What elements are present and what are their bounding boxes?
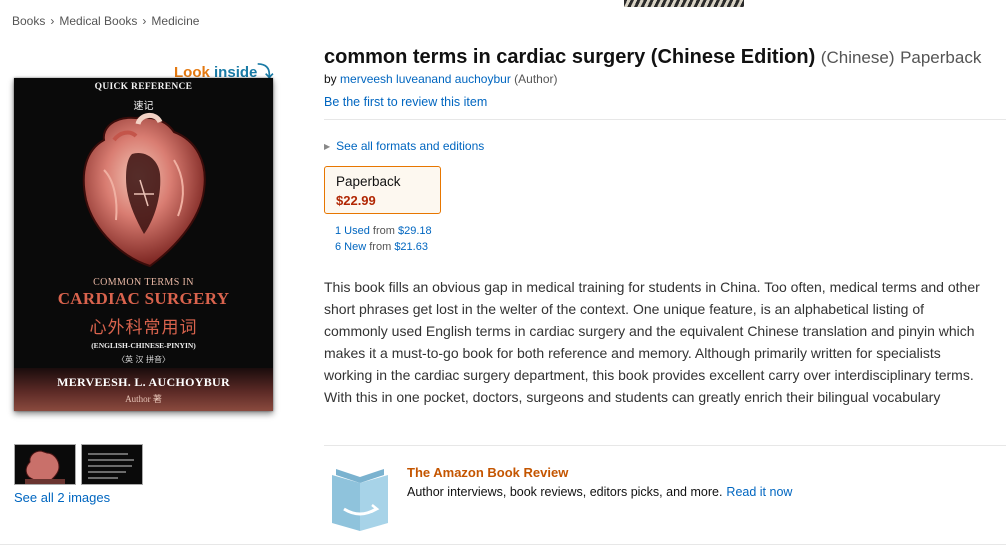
breadcrumb-medicine[interactable]: Medicine (151, 14, 199, 28)
divider (324, 119, 1006, 120)
breadcrumb-separator: › (50, 14, 55, 28)
cover-subtitle: (ENGLISH-CHINESE-PINYIN) (91, 341, 196, 350)
thumbnail-back-cover[interactable] (81, 444, 143, 485)
write-review-link[interactable]: Be the first to review this item (324, 95, 487, 109)
offers-list: 1 Used from $29.18 6 New from $21.63 (335, 223, 432, 255)
offer-used: 1 Used from $29.18 (335, 223, 432, 239)
offer-used-link[interactable]: 1 Used (335, 225, 370, 237)
see-all-formats-label: See all formats and editions (336, 139, 485, 153)
offer-used-price[interactable]: $29.18 (398, 225, 432, 237)
author-link[interactable]: merveesh luveanand auchoybur (340, 72, 511, 86)
format-option-paperback[interactable]: Paperback $22.99 (324, 166, 441, 214)
cover-pinyin-note: 〈英 汉 拼音〉 (116, 355, 171, 364)
product-language: (Chinese) (820, 48, 895, 67)
product-format: Paperback (900, 48, 982, 67)
book-review-text: Author interviews, book reviews, editors… (407, 485, 792, 499)
thumbnail-text-line (88, 471, 126, 473)
expand-triangle-icon: ▶ (324, 142, 331, 151)
thumbnail-text-line (88, 453, 128, 455)
book-cover-image[interactable]: QUICK REFERENCE 速记 COMMON TERMS IN CARDI… (14, 78, 273, 411)
format-name: Paperback (336, 174, 401, 189)
thumbnail-text-line (88, 477, 118, 479)
breadcrumb-separator: › (142, 14, 147, 28)
read-it-now-link[interactable]: Read it now (726, 485, 792, 499)
thumbnail-text-line (88, 459, 134, 461)
offer-new-link[interactable]: 6 New (335, 241, 366, 253)
cover-author-role: Author 著 (125, 394, 162, 404)
thumbnail-text-line (88, 465, 132, 467)
cover-common-terms: COMMON TERMS IN (93, 277, 194, 288)
format-price: $22.99 (336, 193, 376, 208)
cover-chinese-title: 心外科常用词 (89, 318, 198, 338)
cover-heart-illustration (82, 113, 206, 268)
product-title: common terms in cardiac surgery (Chinese… (324, 46, 981, 69)
offer-new: 6 New from $21.63 (335, 239, 432, 255)
see-all-formats-link[interactable]: ▶ See all formats and editions (324, 139, 484, 153)
breadcrumb-medical-books[interactable]: Medical Books (59, 14, 137, 28)
offer-new-price[interactable]: $21.63 (394, 241, 428, 253)
see-all-images-link[interactable]: See all 2 images (14, 490, 110, 505)
top-banner-decoration (624, 0, 744, 7)
thumbnail-heart-icon (25, 450, 65, 484)
open-book-icon[interactable] (330, 465, 390, 533)
divider (324, 445, 1006, 446)
product-description: This book fills an obvious gap in medica… (324, 279, 980, 405)
byline-by: by (324, 72, 337, 86)
book-review-title[interactable]: The Amazon Book Review (407, 465, 568, 480)
cover-cardiac-surgery: CARDIAC SURGERY (57, 289, 230, 308)
offer-from: from (369, 241, 392, 253)
author-role: (Author) (514, 72, 558, 86)
book-review-description: Author interviews, book reviews, editors… (407, 485, 723, 499)
breadcrumb-books[interactable]: Books (12, 14, 45, 28)
cover-author: MERVEESH. L. AUCHOYBUR (57, 375, 230, 389)
thumbnail-cover[interactable] (14, 444, 76, 485)
cover-quick-reference: QUICK REFERENCE (94, 82, 193, 92)
divider (0, 544, 1006, 545)
product-title-text: common terms in cardiac surgery (Chinese… (324, 46, 816, 68)
breadcrumb: Books › Medical Books › Medicine (12, 14, 199, 28)
offer-from: from (372, 225, 395, 237)
byline: by merveesh luveanand auchoybur (Author) (324, 72, 558, 86)
